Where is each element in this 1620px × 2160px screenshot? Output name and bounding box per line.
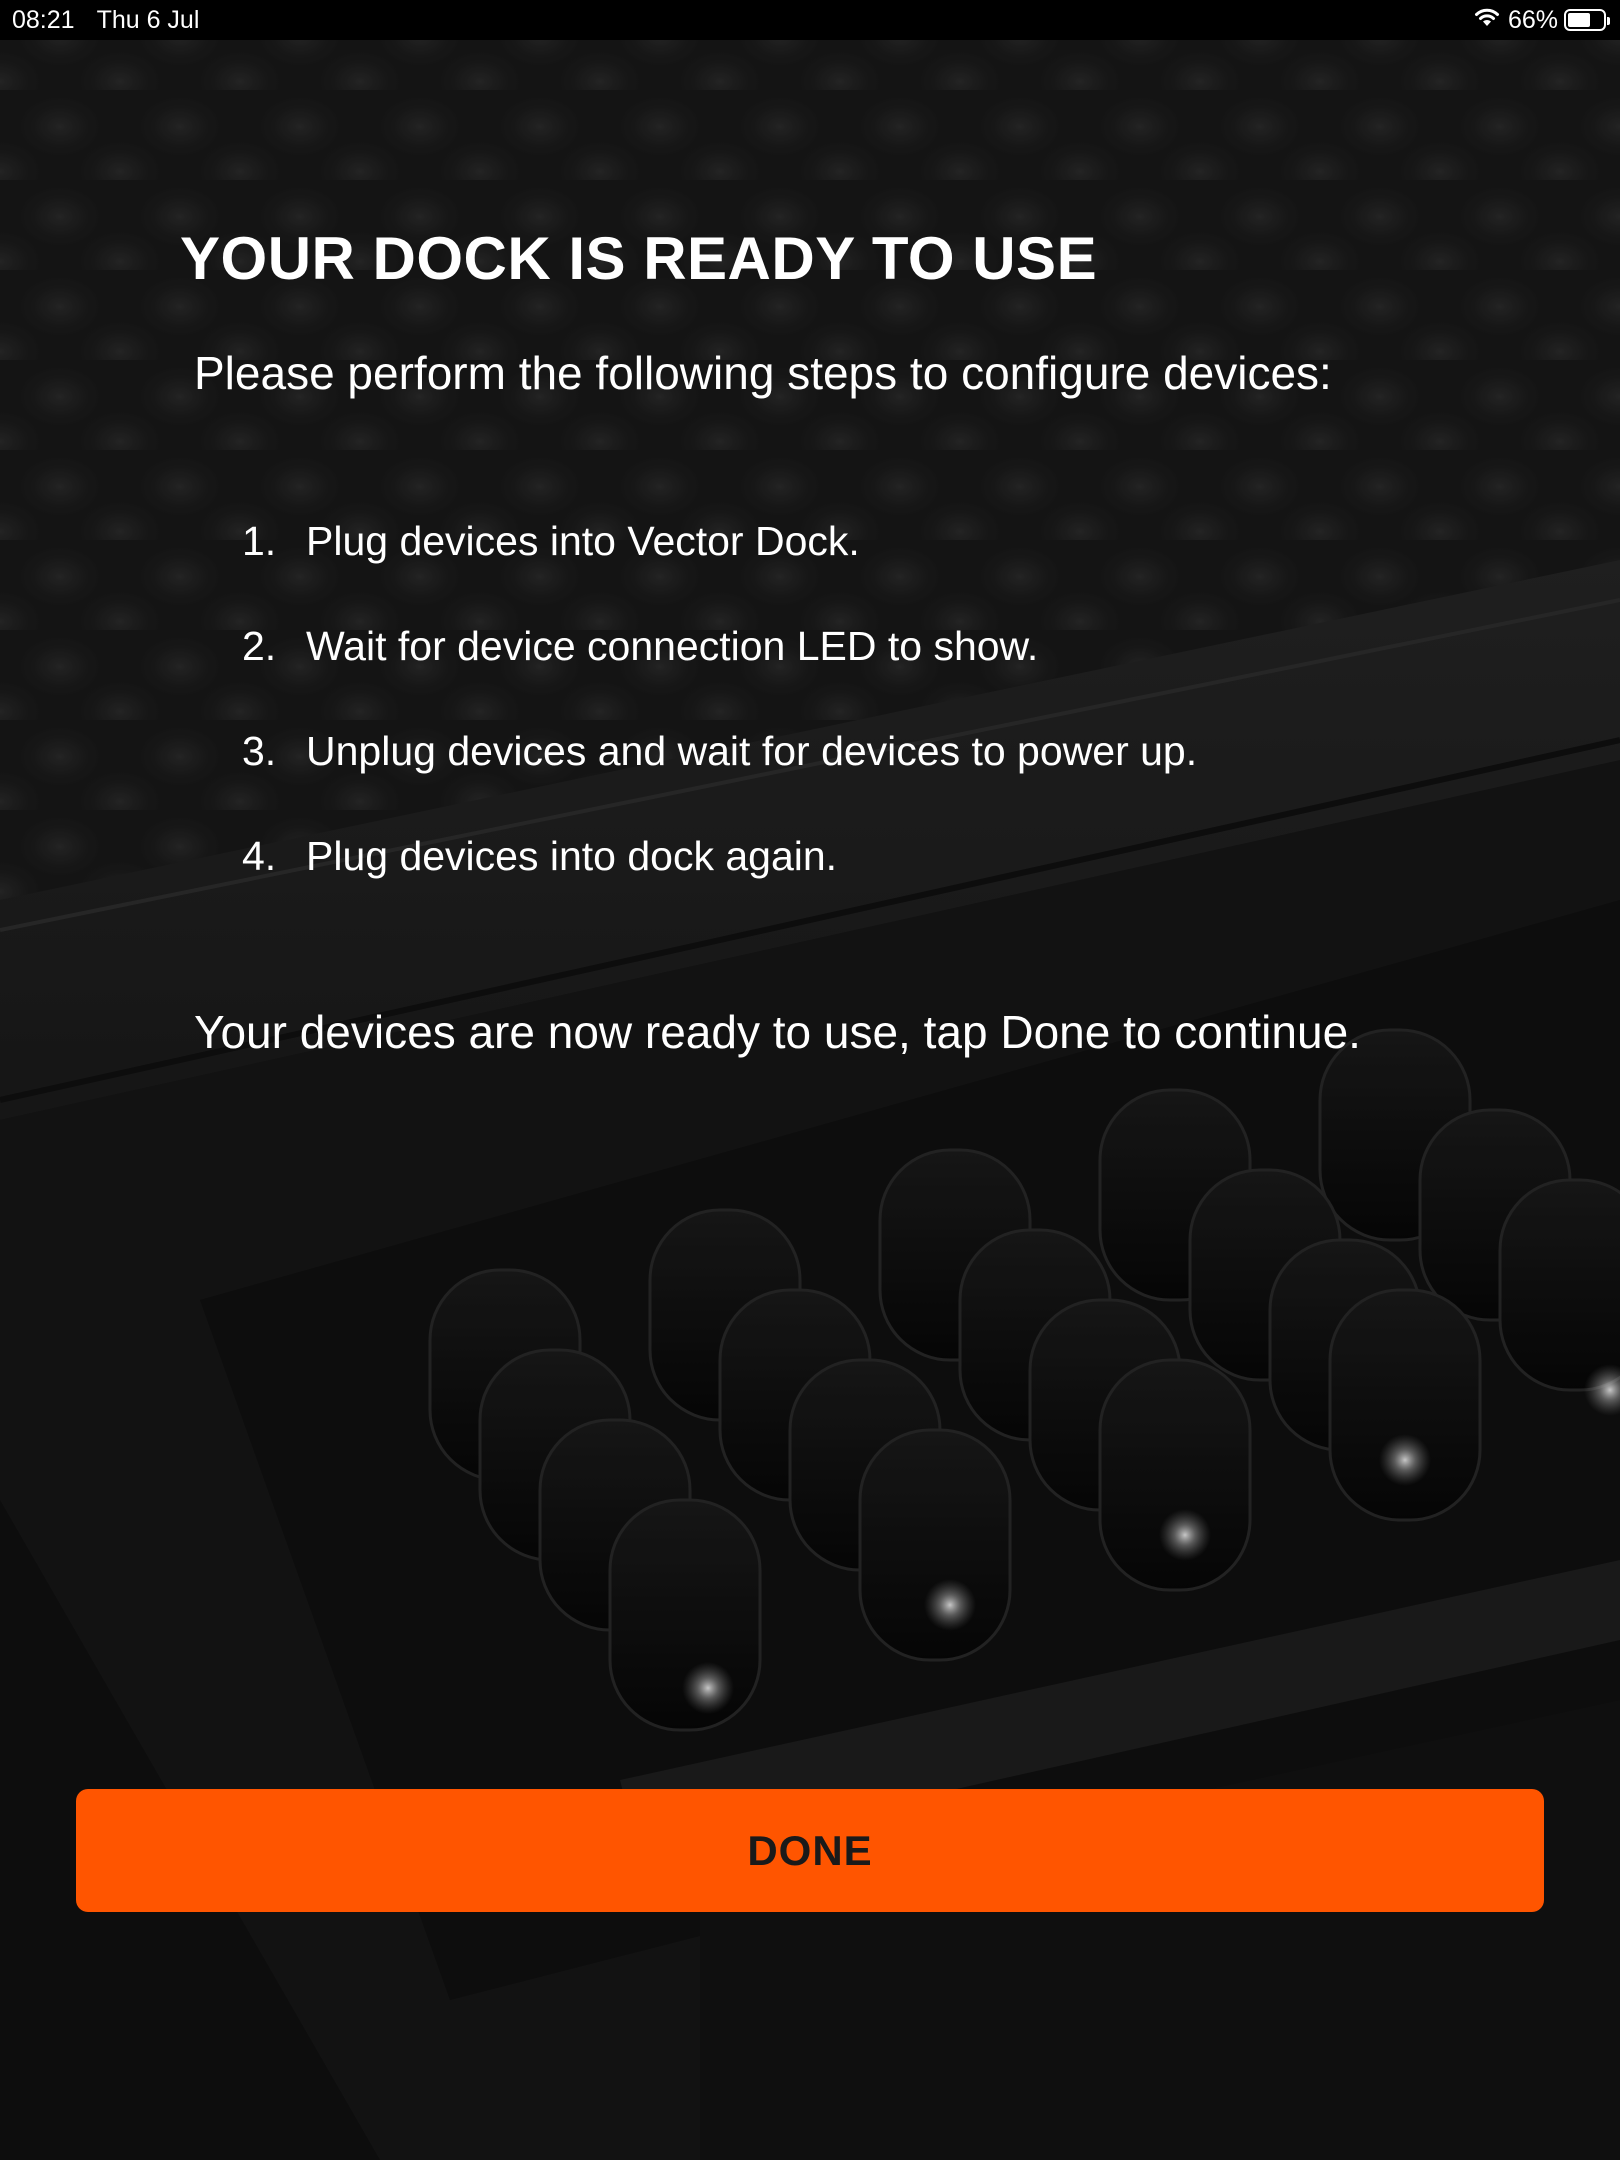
ready-message: Your devices are now ready to use, tap D… bbox=[194, 1006, 1361, 1058]
done-button[interactable]: DONE bbox=[76, 1789, 1544, 1912]
step-item: 1. Plug devices into Vector Dock. bbox=[242, 518, 1197, 623]
status-right: 66% bbox=[1472, 5, 1610, 36]
page-title: YOUR DOCK IS READY TO USE bbox=[180, 225, 1098, 292]
step-text: Wait for device connection LED to show. bbox=[306, 623, 1039, 669]
step-number: 3. bbox=[242, 728, 277, 774]
step-text: Plug devices into dock again. bbox=[306, 833, 838, 879]
battery-percent: 66% bbox=[1507, 5, 1558, 34]
step-number: 2. bbox=[242, 623, 277, 669]
status-time: 08:21 bbox=[12, 5, 75, 34]
status-date: Thu 6 Jul bbox=[96, 5, 200, 34]
status-left: 08:21 Thu 6 Jul bbox=[12, 6, 199, 35]
dock-ready-screen: 08:21 Thu 6 Jul 66% YOUR DOCK IS READY T… bbox=[0, 0, 1620, 2160]
status-bar: 08:21 Thu 6 Jul 66% bbox=[0, 0, 1620, 40]
step-item: 2. Wait for device connection LED to sho… bbox=[242, 623, 1197, 728]
step-item: 4. Plug devices into dock again. bbox=[242, 833, 1197, 938]
instructions-intro: Please perform the following steps to co… bbox=[194, 347, 1332, 399]
step-text: Plug devices into Vector Dock. bbox=[306, 518, 860, 564]
step-text: Unplug devices and wait for devices to p… bbox=[306, 728, 1198, 774]
battery-icon bbox=[1564, 9, 1610, 31]
wifi-icon bbox=[1472, 5, 1502, 36]
battery-level-fill bbox=[1568, 13, 1591, 27]
steps-list: 1. Plug devices into Vector Dock. 2. Wai… bbox=[242, 518, 1197, 938]
step-number: 1. bbox=[242, 518, 277, 564]
step-item: 3. Unplug devices and wait for devices t… bbox=[242, 728, 1197, 833]
step-number: 4. bbox=[242, 833, 277, 879]
